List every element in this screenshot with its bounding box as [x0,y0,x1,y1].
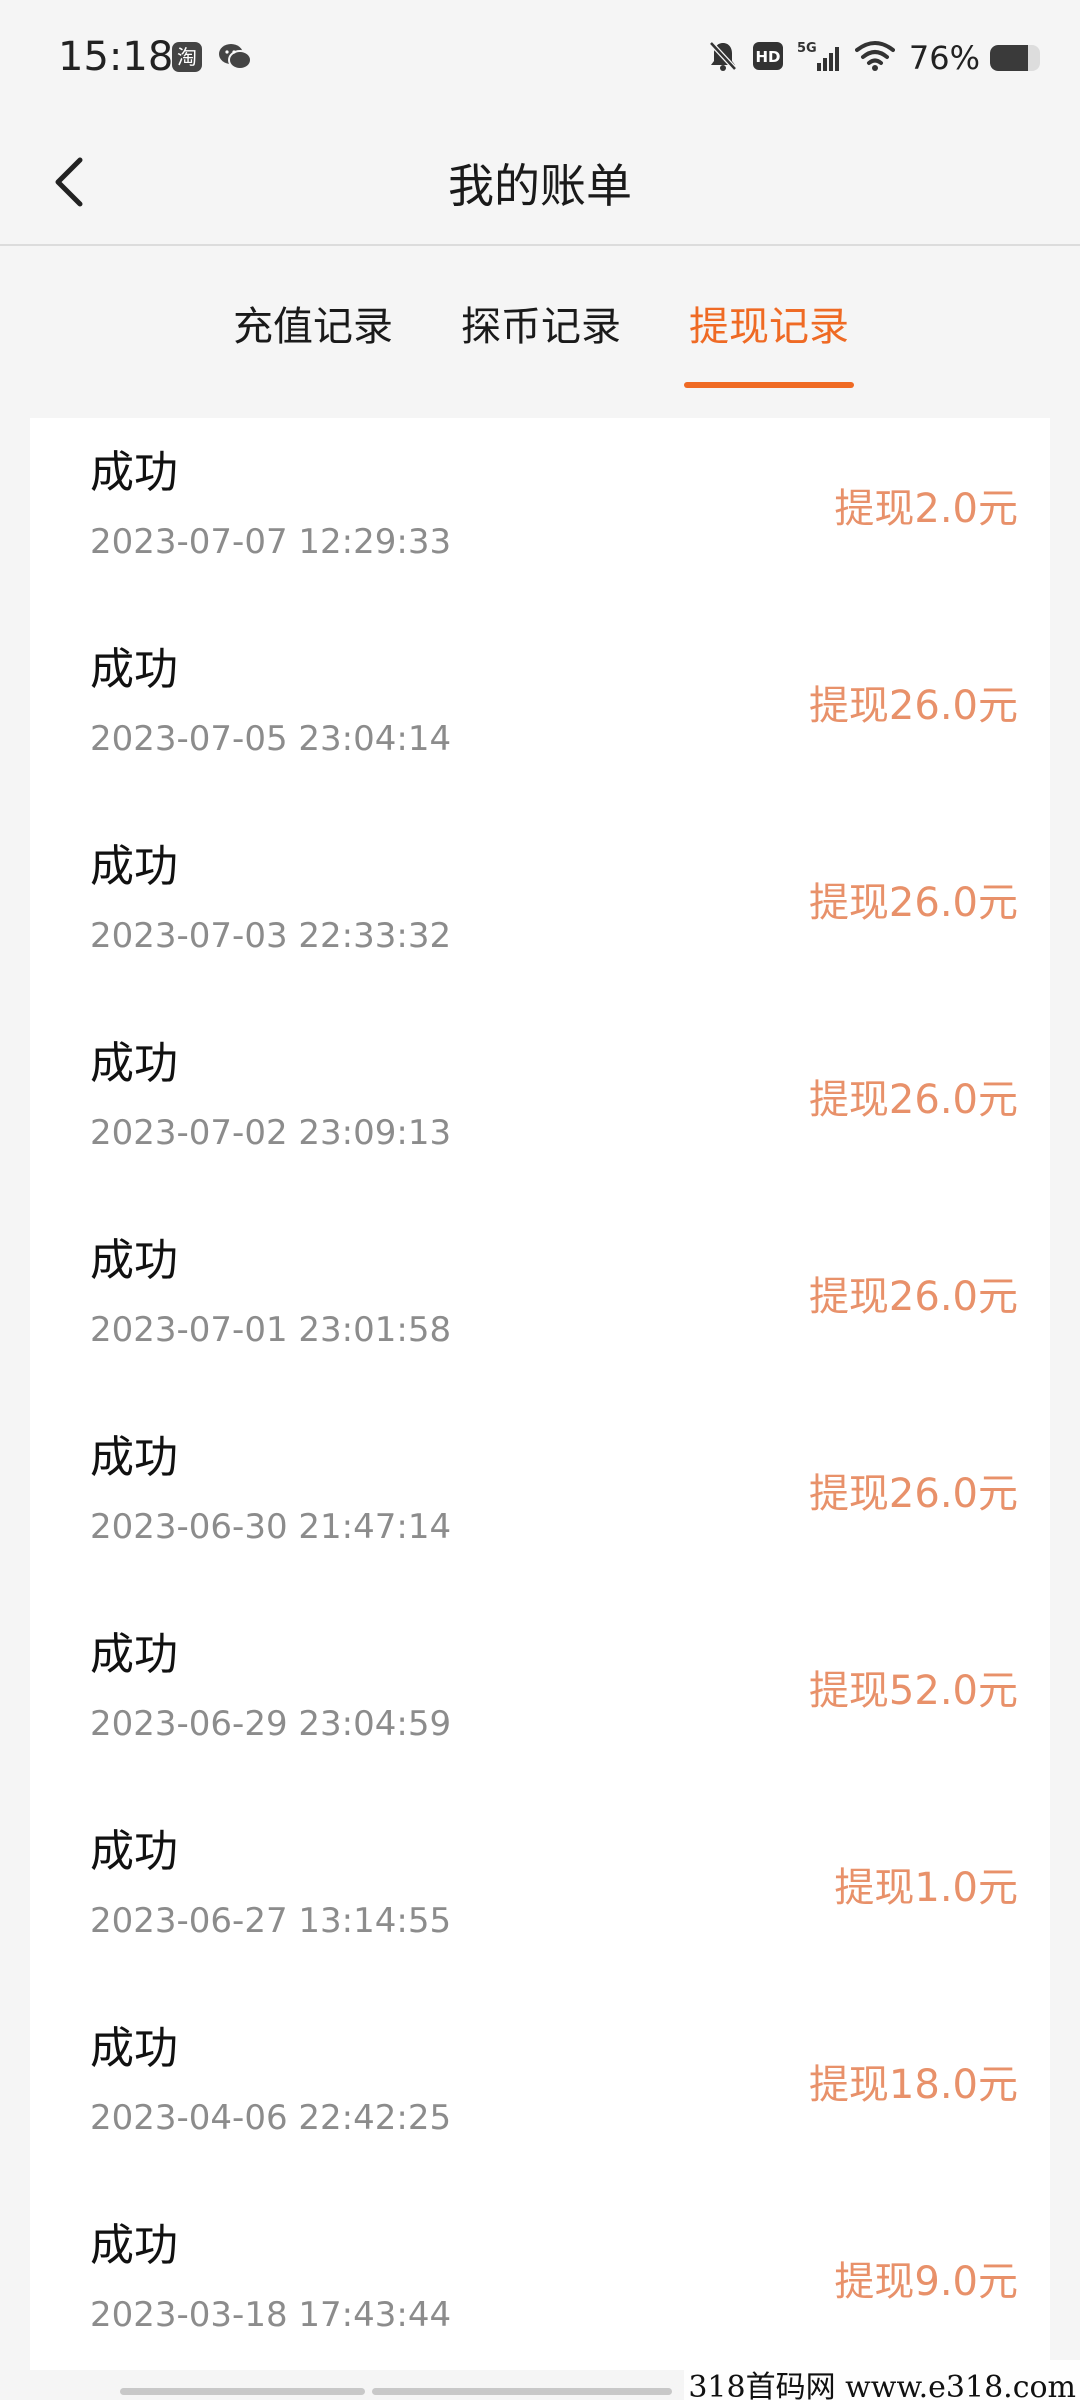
record-amount: 提现18.0元 [808,2062,1018,2108]
record-time: 2023-04-06 22:42:25 [90,2098,452,2138]
status-time: 15:18 [58,34,174,80]
tab-coin-records[interactable]: 探币记录 [456,294,626,352]
battery-percent: 76% [908,39,980,77]
record-amount: 提现26.0元 [808,683,1018,729]
wechat-icon [218,42,252,72]
record-time: 2023-07-02 23:09:13 [90,1113,452,1153]
record-time: 2023-06-30 21:47:14 [90,1507,452,1547]
record-amount: 提现2.0元 [834,486,1018,532]
list-item[interactable]: 成功 2023-06-30 21:47:14 提现26.0元 [30,1403,1050,1600]
list-item[interactable]: 成功 2023-07-05 23:04:14 提现26.0元 [30,615,1050,812]
record-status: 成功 [90,1038,178,1089]
list-item[interactable]: 成功 2023-07-02 23:09:13 提现26.0元 [30,1009,1050,1206]
taobao-icon: 淘 [172,42,202,72]
list-item[interactable]: 成功 2023-06-27 13:14:55 提现1.0元 [30,1797,1050,1994]
app-header: 我的账单 [0,120,1080,246]
list-item[interactable]: 成功 2023-03-18 17:43:44 提现9.0元 [30,2191,1050,2388]
battery-fill [990,45,1028,71]
record-status: 成功 [90,1432,178,1483]
signal-5g-icon: 5G [797,39,841,77]
record-time: 2023-07-01 23:01:58 [90,1310,452,1350]
list-item[interactable]: 成功 2023-06-29 23:04:59 提现52.0元 [30,1600,1050,1797]
record-tabs: 充值记录 探币记录 提现记录 [0,246,1080,392]
record-status: 成功 [90,1235,178,1286]
record-amount: 提现26.0元 [808,1077,1018,1123]
network-label: 5G [797,41,817,56]
hd-icon: HD [752,42,783,74]
page-title: 我的账单 [448,159,632,213]
record-time: 2023-03-18 17:43:44 [90,2295,452,2335]
active-tab-indicator [684,382,854,388]
record-amount: 提现1.0元 [834,1865,1018,1911]
record-status: 成功 [90,1826,178,1877]
record-amount: 提现52.0元 [808,1668,1018,1714]
record-status: 成功 [90,2023,178,2074]
record-status: 成功 [90,2220,178,2271]
tab-recharge-records[interactable]: 充值记录 [228,294,398,352]
record-time: 2023-06-29 23:04:59 [90,1704,452,1744]
record-amount: 提现26.0元 [808,1471,1018,1517]
hd-label: HD [755,48,780,66]
bill-page: 15:18 淘 HD 5G 76% 我的账单 充值记录 探币记录 提现记录 成功… [0,0,1080,2400]
tab-withdraw-records[interactable]: 提现记录 [684,294,854,352]
record-status: 成功 [90,644,178,695]
status-icons: HD 5G 76% [693,38,1040,78]
list-item[interactable]: 成功 2023-07-03 22:33:32 提现26.0元 [30,812,1050,1009]
record-time: 2023-07-03 22:33:32 [90,916,452,956]
wifi-icon [854,40,895,76]
withdraw-record-list: 成功 2023-07-07 12:29:33 提现2.0元 成功 2023-07… [30,418,1050,2370]
record-time: 2023-06-27 13:14:55 [90,1901,452,1941]
record-time: 2023-07-05 23:04:14 [90,719,452,759]
record-status: 成功 [90,447,178,498]
nav-bar-segment [372,2388,672,2395]
record-status: 成功 [90,1629,178,1680]
list-item[interactable]: 成功 2023-07-01 23:01:58 提现26.0元 [30,1206,1050,1403]
record-time: 2023-07-07 12:29:33 [90,522,452,562]
mute-bell-icon [707,39,739,77]
list-item[interactable]: 成功 2023-04-06 22:42:25 提现18.0元 [30,1994,1050,2191]
battery-icon [990,45,1040,71]
record-amount: 提现26.0元 [808,1274,1018,1320]
record-amount: 提现26.0元 [808,880,1018,926]
record-amount: 提现9.0元 [834,2259,1018,2305]
nav-bar-segment [120,2388,365,2395]
status-bar: 15:18 淘 HD 5G 76% [0,0,1080,120]
list-item[interactable]: 成功 2023-07-07 12:29:33 提现2.0元 [30,418,1050,615]
record-status: 成功 [90,841,178,892]
watermark: 318首码网 www.e318.com [684,2360,1080,2400]
